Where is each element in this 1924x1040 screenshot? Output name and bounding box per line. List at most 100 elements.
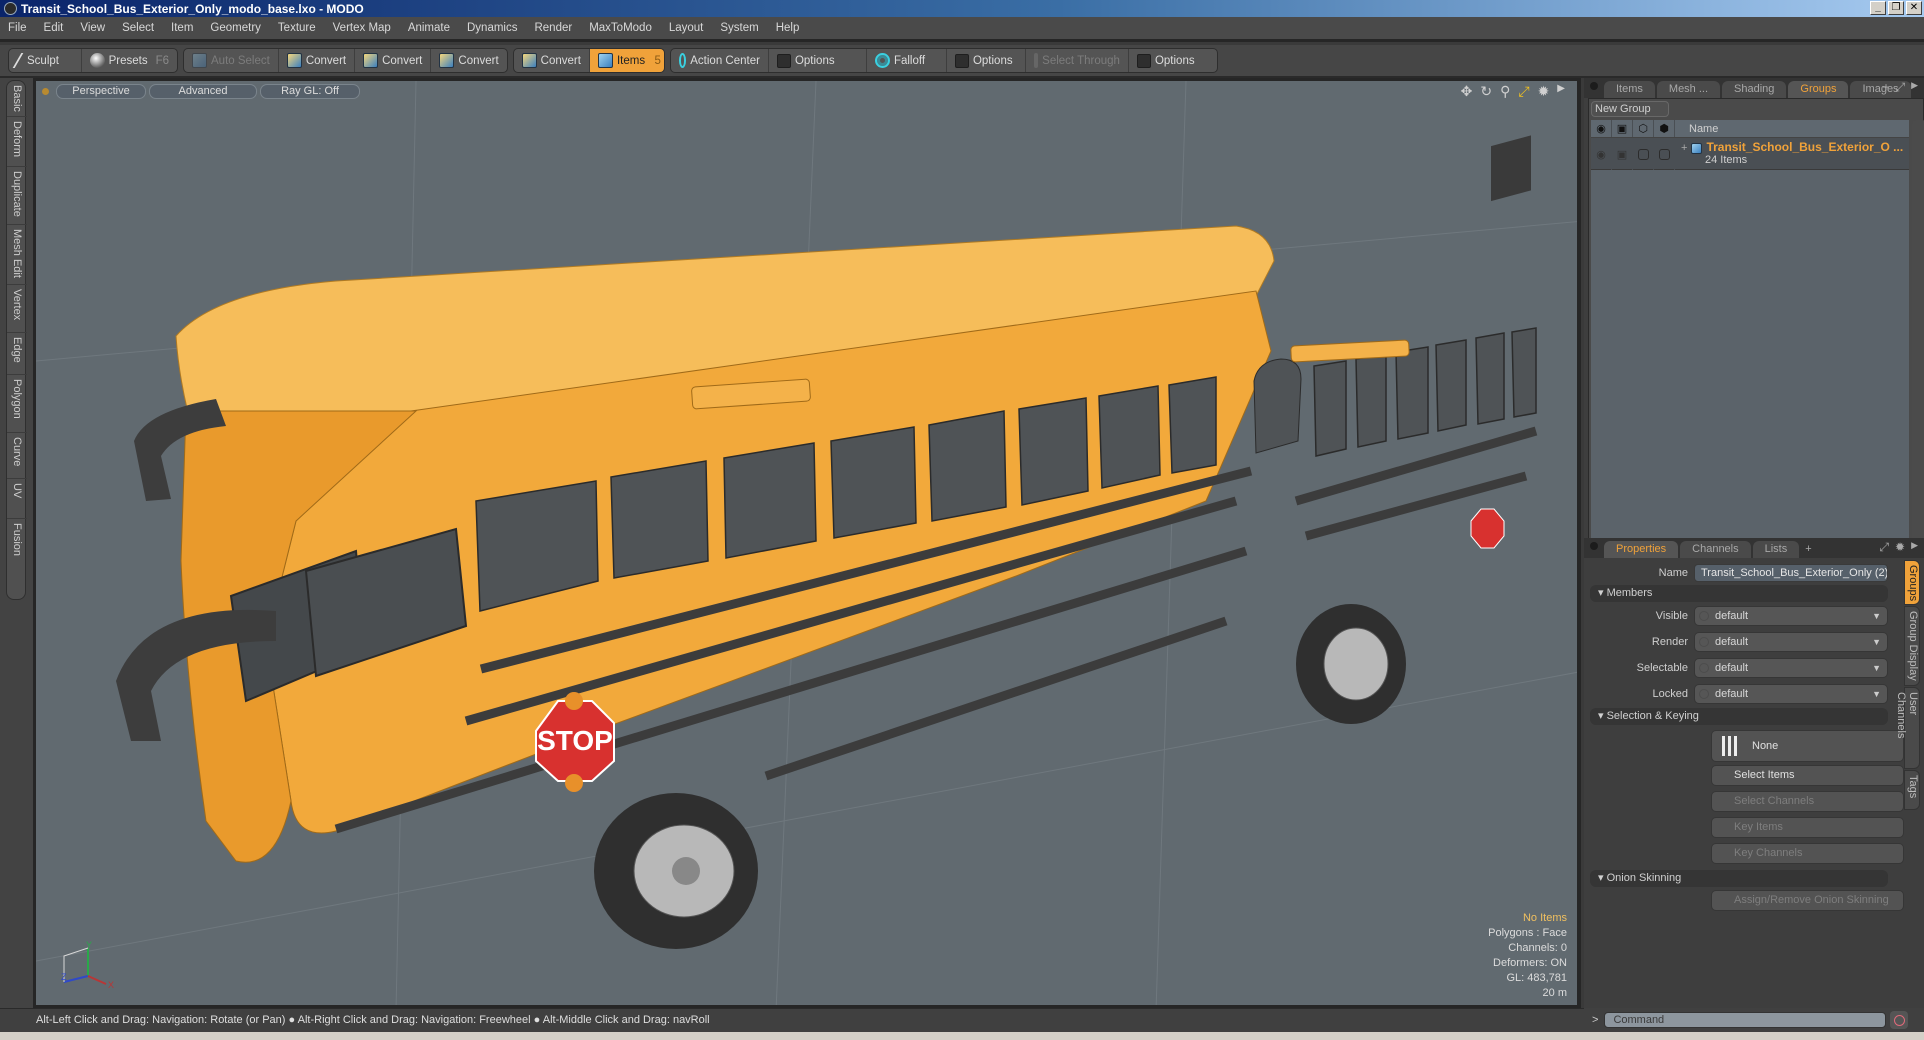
panel-menu-dot[interactable]: [1590, 81, 1598, 90]
rotate-view-icon[interactable]: ↻: [1480, 83, 1492, 100]
tab-channels[interactable]: Channels: [1680, 541, 1751, 558]
select-items-button[interactable]: Select Items: [1711, 765, 1904, 786]
expand-plus-icon[interactable]: +: [1681, 142, 1687, 154]
assign-onion-skinning-button[interactable]: Assign/Remove Onion Skinning: [1711, 890, 1904, 911]
maximize-panel-icon[interactable]: ⤢: [1879, 540, 1889, 555]
selection-mode-button[interactable]: None: [1711, 730, 1904, 762]
tab-items[interactable]: Items: [1604, 81, 1655, 98]
close-button[interactable]: ✕: [1906, 1, 1922, 15]
tab-edge[interactable]: Edge: [7, 333, 27, 375]
render-dropdown[interactable]: default ▼: [1694, 632, 1888, 652]
shading-mode-button[interactable]: Advanced: [149, 84, 257, 99]
panel-menu-dot[interactable]: [1590, 541, 1598, 550]
members-section[interactable]: ▾ Members: [1590, 585, 1888, 602]
selectable-checkbox[interactable]: [1637, 148, 1649, 160]
menu-maxtomodo[interactable]: MaxToModo: [589, 22, 652, 34]
side-tab-groups[interactable]: Groups: [1904, 560, 1920, 605]
key-items-button[interactable]: Key Items: [1711, 817, 1904, 838]
select-through-button[interactable]: Select Through: [1026, 49, 1129, 72]
menu-edit[interactable]: Edit: [44, 22, 64, 34]
tab-duplicate[interactable]: Duplicate: [7, 167, 27, 225]
menu-system[interactable]: System: [720, 22, 758, 34]
action-center-button[interactable]: Action Center: [671, 49, 769, 72]
selectable-cube-icon[interactable]: ⬡: [1633, 120, 1654, 137]
menu-geometry[interactable]: Geometry: [210, 22, 261, 34]
convert-polygons-button[interactable]: Convert: [431, 49, 506, 72]
action-center-options-button[interactable]: Options: [769, 49, 867, 72]
minimize-button[interactable]: _: [1870, 1, 1886, 15]
menu-help[interactable]: Help: [776, 22, 800, 34]
convert-edges-button[interactable]: Convert: [355, 49, 432, 72]
tab-basic[interactable]: Basic: [7, 81, 27, 117]
select-channels-button[interactable]: Select Channels: [1711, 791, 1904, 812]
falloff-options-button[interactable]: Options: [947, 49, 1026, 72]
new-group-button[interactable]: New Group: [1591, 101, 1669, 117]
tab-properties[interactable]: Properties: [1604, 541, 1679, 558]
add-tab-icon[interactable]: +: [1882, 80, 1889, 95]
visibility-eye-icon[interactable]: ◉: [1591, 120, 1612, 137]
side-tab-user-channels[interactable]: User Channels: [1895, 687, 1920, 769]
panel-arrow-icon[interactable]: ▶: [1911, 540, 1918, 555]
view-mode-button[interactable]: Perspective: [56, 84, 146, 99]
group-row[interactable]: ◉ ▣ + Transit_School_Bus_Exterior_O ... 2…: [1591, 138, 1909, 170]
row-render-icon[interactable]: ▣: [1612, 138, 1633, 170]
locked-dropdown[interactable]: default ▼: [1694, 684, 1888, 704]
expand-arrow-icon[interactable]: ▶: [1557, 83, 1565, 100]
menu-texture[interactable]: Texture: [278, 22, 316, 34]
row-selectable-toggle[interactable]: [1633, 138, 1654, 170]
convert-materials-button[interactable]: Convert: [514, 49, 590, 72]
zoom-view-icon[interactable]: ⚲: [1500, 83, 1510, 100]
convert-vertices-button[interactable]: Convert: [279, 49, 356, 72]
add-tab-icon[interactable]: +: [1805, 543, 1811, 555]
menu-view[interactable]: View: [80, 22, 105, 34]
menu-file[interactable]: File: [8, 22, 27, 34]
tab-mesh-edit[interactable]: Mesh Edit: [7, 225, 27, 285]
onion-skinning-section[interactable]: ▾ Onion Skinning: [1590, 870, 1888, 887]
tab-mesh[interactable]: Mesh ...: [1656, 81, 1721, 98]
row-visibility-icon[interactable]: ◉: [1591, 138, 1612, 170]
sculpt-button[interactable]: Sculpt: [9, 49, 82, 72]
tab-uv[interactable]: UV: [7, 479, 27, 519]
menu-item[interactable]: Item: [171, 22, 193, 34]
menu-dynamics[interactable]: Dynamics: [467, 22, 517, 34]
visible-dropdown[interactable]: default ▼: [1694, 606, 1888, 626]
falloff-button[interactable]: Falloff: [867, 49, 947, 72]
tab-curve[interactable]: Curve: [7, 433, 27, 479]
tab-lists[interactable]: Lists: [1752, 541, 1800, 558]
tab-shading[interactable]: Shading: [1722, 81, 1787, 98]
raygl-button[interactable]: Ray GL: Off: [260, 84, 360, 99]
settings-icon[interactable]: ✹: [1538, 83, 1550, 100]
maximize-panel-icon[interactable]: ⤢: [1895, 80, 1905, 95]
presets-button[interactable]: Presets F6: [82, 49, 177, 72]
menu-layout[interactable]: Layout: [669, 22, 704, 34]
selectable-dropdown[interactable]: default ▼: [1694, 658, 1888, 678]
groups-scrollbar[interactable]: [1912, 120, 1924, 549]
menu-render[interactable]: Render: [534, 22, 572, 34]
tab-deform[interactable]: Deform: [7, 117, 27, 167]
lock-cube-icon[interactable]: ⬢: [1654, 120, 1675, 137]
move-view-icon[interactable]: ✥: [1461, 83, 1473, 100]
row-lock-toggle[interactable]: [1654, 138, 1675, 170]
items-mode-button[interactable]: Items 5: [589, 49, 664, 72]
lock-checkbox[interactable]: [1658, 148, 1670, 160]
auto-select-button[interactable]: Auto Select: [184, 49, 279, 72]
record-macro-button[interactable]: [1890, 1011, 1909, 1029]
menu-select[interactable]: Select: [122, 22, 154, 34]
menu-vertex-map[interactable]: Vertex Map: [333, 22, 391, 34]
viewport-menu-dot[interactable]: [42, 88, 49, 95]
restore-button[interactable]: ❐: [1888, 1, 1904, 15]
key-channels-button[interactable]: Key Channels: [1711, 843, 1904, 864]
tab-polygon[interactable]: Polygon: [7, 375, 27, 433]
menu-animate[interactable]: Animate: [408, 22, 450, 34]
side-tab-tags[interactable]: Tags: [1904, 770, 1920, 810]
settings-gear-icon[interactable]: ✹: [1895, 540, 1905, 555]
tab-groups[interactable]: Groups: [1788, 81, 1849, 98]
panel-arrow-icon[interactable]: ▶: [1911, 80, 1918, 95]
tab-fusion[interactable]: Fusion: [7, 519, 27, 575]
selection-keying-section[interactable]: ▾ Selection & Keying: [1590, 708, 1888, 725]
name-field[interactable]: Transit_School_Bus_Exterior_Only (2): [1694, 564, 1888, 582]
tab-vertex[interactable]: Vertex: [7, 285, 27, 333]
select-through-options-button[interactable]: Options: [1129, 49, 1217, 72]
side-tab-group-display[interactable]: Group Display: [1904, 606, 1920, 686]
fit-view-icon[interactable]: ⤢: [1518, 83, 1529, 100]
